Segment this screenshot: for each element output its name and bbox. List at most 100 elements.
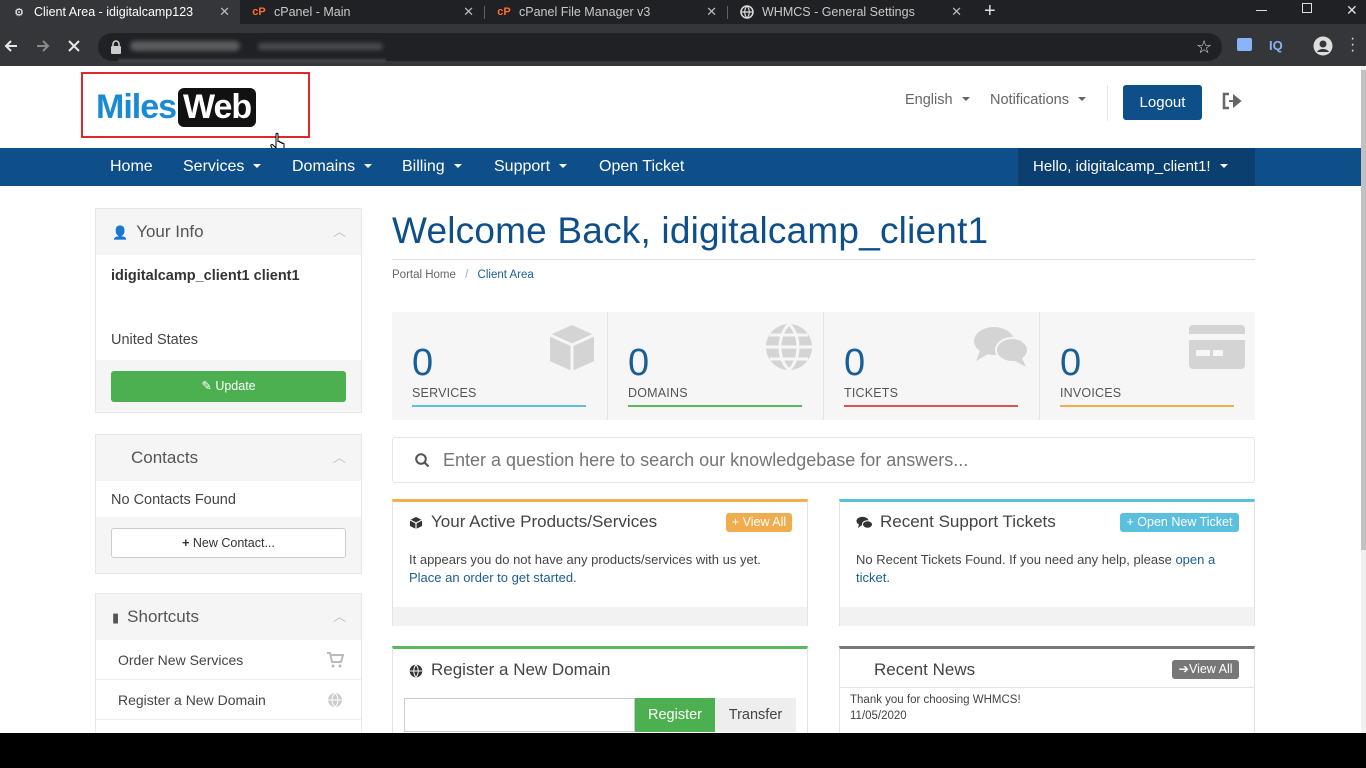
new-tab-button[interactable]: + (984, 0, 996, 24)
user-greeting: Hello, idigitalcamp_client1! (1033, 158, 1211, 175)
news-item-date: 11/05/2020 (850, 710, 907, 722)
register-button[interactable]: Register (635, 698, 715, 732)
view-all-news-button[interactable]: ➔View All (1172, 660, 1239, 679)
scrollbar-thumb[interactable] (1361, 70, 1366, 550)
chevron-up-icon[interactable]: ︿ (333, 209, 346, 255)
browser-tab-whmcs-settings[interactable]: WHMCS - General Settings ✕ (728, 0, 972, 24)
globe-icon (409, 664, 423, 678)
address-bar[interactable] (98, 33, 1222, 62)
notifications-label: Notifications (990, 92, 1069, 108)
stat-tile-tickets[interactable]: 0 TICKETS (824, 312, 1039, 420)
tickets-empty-text: No Recent Tickets Found. If you need any… (856, 551, 1241, 586)
tab-title: Client Area - idigitalcamp123 (34, 5, 194, 19)
sign-out-icon[interactable] (1221, 92, 1243, 110)
breadcrumb: Portal Home / Client Area (392, 269, 534, 281)
breadcrumb-separator: / (465, 269, 469, 281)
extension-icon[interactable] (1237, 38, 1252, 51)
shortcuts-header[interactable]: ▮ Shortcuts ︿ (96, 594, 361, 640)
kebab-menu-icon[interactable]: · · · (1350, 31, 1355, 59)
minimize-icon[interactable] (1256, 10, 1267, 11)
shortcut-label: Order New Services (118, 652, 244, 668)
panel-title: Contacts (131, 448, 199, 467)
browser-tab-file-manager[interactable]: cP cPanel File Manager v3 ✕ (485, 0, 727, 24)
user-menu-dropdown[interactable]: Hello, idigitalcamp_client1! (1018, 148, 1255, 186)
shortcut-order-new-services[interactable]: Order New Services (96, 640, 361, 680)
mileseweb-logo[interactable]: Miles Web (96, 85, 257, 129)
view-all-products-button[interactable]: + View All (726, 513, 792, 532)
nav-open-ticket[interactable]: Open Ticket (599, 148, 684, 186)
restore-icon[interactable] (1302, 3, 1312, 13)
page-title: Welcome Back, idigitalcamp_client1 (392, 210, 989, 251)
close-icon[interactable]: ✕ (219, 4, 230, 20)
plus-icon: + (1126, 515, 1138, 529)
stat-tile-services[interactable]: 0 SERVICES (392, 312, 607, 420)
open-new-ticket-button[interactable]: + Open New Ticket (1120, 513, 1239, 532)
nav-support[interactable]: Support (494, 148, 568, 186)
stat-accent-line (844, 405, 1018, 407)
panel-title: Recent Support Tickets (880, 512, 1056, 531)
contacts-header[interactable]: Contacts ︿ (96, 435, 361, 481)
place-order-link[interactable]: Place an order to get started (409, 570, 573, 585)
support-tickets-panel: Recent Support Tickets + Open New Ticket… (839, 499, 1255, 626)
stat-tile-invoices[interactable]: 0 INVOICES (1040, 312, 1255, 420)
products-link-suffix: . (573, 569, 577, 585)
knowledgebase-search (392, 437, 1255, 483)
new-contact-button[interactable]: + New Contact... (111, 528, 346, 558)
pencil-icon: ✎ (201, 379, 216, 393)
stop-loading-icon[interactable] (66, 38, 82, 54)
stat-accent-line (412, 405, 586, 407)
title-underline (392, 259, 1255, 260)
forward-icon[interactable] (35, 38, 51, 54)
credit-card-icon (1189, 325, 1245, 369)
window-close-icon[interactable]: ✕ (1346, 2, 1358, 19)
chevron-down-icon (253, 164, 262, 168)
notifications-dropdown[interactable]: Notifications (990, 92, 1086, 108)
domain-search-input[interactable] (404, 698, 635, 732)
stat-value: 0 (1060, 342, 1082, 384)
active-products-panel: Your Active Products/Services + View All… (392, 499, 808, 626)
nav-domains[interactable]: Domains (292, 148, 373, 186)
your-info-header[interactable]: 👤 Your Info ︿ (96, 209, 361, 255)
panel-title: Shortcuts (127, 607, 199, 626)
browser-tab-cpanel-main[interactable]: cP cPanel - Main ✕ (240, 0, 484, 24)
stat-tile-domains[interactable]: 0 DOMAINS (608, 312, 823, 420)
chevron-down-icon (364, 164, 373, 168)
language-dropdown[interactable]: English (905, 92, 970, 108)
plus-icon: + (182, 536, 193, 550)
close-icon[interactable]: ✕ (463, 4, 474, 20)
shortcut-register-domain[interactable]: Register a New Domain (96, 680, 361, 720)
update-button[interactable]: ✎ Update (111, 371, 346, 402)
nav-home[interactable]: Home (110, 148, 153, 186)
transfer-button[interactable]: Transfer (715, 698, 796, 732)
panel-title: Recent News (874, 660, 976, 679)
products-empty-text: It appears you do not have any products/… (409, 551, 799, 586)
panel-title: Register a New Domain (431, 660, 611, 679)
breadcrumb-home[interactable]: Portal Home (392, 269, 456, 281)
products-empty-message: It appears you do not have any products/… (409, 552, 761, 567)
cube-icon (549, 325, 595, 371)
close-icon[interactable]: ✕ (706, 4, 717, 20)
iq-extension-icon[interactable]: IQ (1269, 38, 1283, 53)
news-item-title[interactable]: Thank you for choosing WHMCS! (850, 694, 1021, 706)
chevron-down-icon (1219, 164, 1228, 168)
close-icon[interactable]: ✕ (951, 4, 962, 20)
stat-value: 0 (412, 342, 434, 384)
nav-billing[interactable]: Billing (402, 148, 462, 186)
chevron-up-icon[interactable]: ︿ (333, 594, 346, 640)
blurred-url (258, 43, 383, 50)
logout-button[interactable]: Logout (1123, 85, 1202, 120)
star-icon[interactable]: ☆ (1196, 37, 1212, 58)
profile-icon[interactable] (1313, 36, 1333, 56)
nav-services[interactable]: Services (183, 148, 262, 186)
contacts-panel: Contacts ︿ No Contacts Found + New Conta… (95, 434, 362, 574)
stat-accent-line (1060, 405, 1234, 407)
new-contact-label: New Contact... (192, 536, 275, 550)
browser-tab-client-area[interactable]: ⚙ Client Area - idigitalcamp123 ✕ (0, 0, 240, 24)
header-divider (1107, 85, 1108, 121)
knowledgebase-search-input[interactable] (443, 444, 1233, 476)
button-label: View All (1188, 662, 1233, 676)
chevron-up-icon[interactable]: ︿ (333, 435, 346, 481)
stat-label: SERVICES (412, 386, 477, 400)
back-icon[interactable] (3, 38, 19, 54)
breadcrumb-current: Client Area (477, 269, 534, 281)
